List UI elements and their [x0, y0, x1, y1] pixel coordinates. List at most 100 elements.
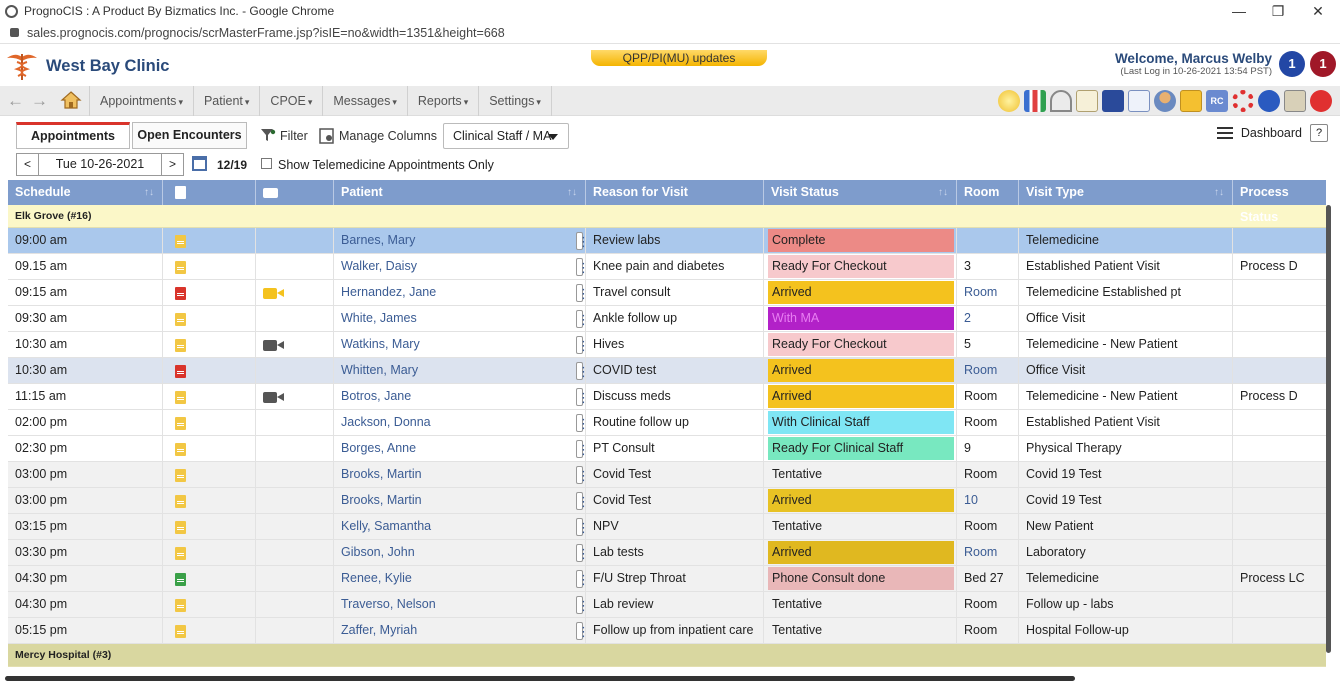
patient-cell[interactable]: Brooks, Martin: [334, 462, 586, 487]
visit-status-cell[interactable]: Arrived: [764, 384, 957, 409]
nav-cpoe[interactable]: CPOE: [260, 86, 324, 116]
visit-status-cell[interactable]: Arrived: [764, 540, 957, 565]
patient-name-link[interactable]: Traverso, Nelson: [341, 597, 436, 611]
dashboard-icon[interactable]: [1050, 90, 1072, 112]
video-cell[interactable]: [256, 410, 334, 435]
visit-status-cell[interactable]: Tentative: [764, 514, 957, 539]
manage-columns-button[interactable]: Manage Columns: [319, 128, 437, 144]
visit-status-cell[interactable]: Arrived: [764, 488, 957, 513]
table-row[interactable]: 10:30 am Whitten, Mary COVID testArrivedRo…: [8, 358, 1326, 384]
document-cell[interactable]: [163, 540, 256, 565]
patient-cell[interactable]: Kelly, Samantha: [334, 514, 586, 539]
table-row[interactable]: 04:30 pm Traverso, Nelson Lab reviewTentat…: [8, 592, 1326, 618]
nav-appointments[interactable]: Appointments: [89, 86, 194, 116]
document-cell[interactable]: [163, 462, 256, 487]
row-menu-icon[interactable]: [576, 515, 585, 539]
sort-icon[interactable]: ↑↓: [144, 180, 154, 205]
tab-open-encounters[interactable]: Open Encounters: [132, 122, 247, 149]
room-cell[interactable]: 10: [957, 488, 1019, 513]
col-process-status[interactable]: Process Status: [1233, 180, 1326, 224]
table-row[interactable]: 03:30 pm Gibson, John Lab testsArrivedRoom…: [8, 540, 1326, 566]
patient-name-link[interactable]: Jackson, Donna: [341, 415, 431, 429]
table-row[interactable]: 09:30 am White, James Ankle follow upWith …: [8, 306, 1326, 332]
row-menu-icon[interactable]: [576, 567, 585, 591]
row-menu-icon[interactable]: [576, 359, 585, 383]
patient-cell[interactable]: White, James: [334, 306, 586, 331]
room-cell[interactable]: Room: [957, 592, 1019, 617]
document-cell[interactable]: [163, 306, 256, 331]
chart-icon[interactable]: [1024, 90, 1046, 112]
table-row[interactable]: 02:30 pm Borges, Anne PT ConsultReady For …: [8, 436, 1326, 462]
notification-badge-red[interactable]: 1: [1310, 51, 1336, 77]
video-cell[interactable]: [256, 280, 334, 305]
document-cell[interactable]: [163, 488, 256, 513]
document-icon[interactable]: [175, 443, 186, 456]
qpp-updates-button[interactable]: QPP/PI(MU) updates: [591, 50, 767, 66]
row-menu-icon[interactable]: [576, 385, 585, 409]
table-row[interactable]: 11:15 am Botros, Jane Discuss medsArrivedR…: [8, 384, 1326, 410]
document-icon[interactable]: [175, 417, 186, 430]
patient-name-link[interactable]: Zaffer, Myriah: [341, 623, 417, 637]
visit-status-badge[interactable]: Arrived: [768, 489, 954, 512]
visit-status-cell[interactable]: Complete: [764, 228, 957, 253]
visit-status-cell[interactable]: With MA: [764, 306, 957, 331]
patient-cell[interactable]: Barnes, Mary: [334, 228, 586, 253]
patient-name-link[interactable]: Brooks, Martin: [341, 467, 422, 481]
new-icon[interactable]: [998, 90, 1020, 112]
room-cell[interactable]: Room: [957, 618, 1019, 643]
nav-messages[interactable]: Messages: [323, 86, 408, 116]
document-icon[interactable]: [175, 287, 186, 300]
nav-settings[interactable]: Settings: [479, 86, 552, 116]
video-cell[interactable]: [256, 540, 334, 565]
dashboard-button[interactable]: Dashboard ?: [1216, 124, 1328, 142]
patient-name-link[interactable]: Hernandez, Jane: [341, 285, 436, 299]
col-document[interactable]: [163, 180, 256, 205]
table-row[interactable]: 05:15 pm Zaffer, Myriah Follow up from inp…: [8, 618, 1326, 644]
help-ring-icon[interactable]: [1232, 90, 1254, 112]
video-cell[interactable]: [256, 488, 334, 513]
visit-status-cell[interactable]: Ready For Clinical Staff: [764, 436, 957, 461]
patient-cell[interactable]: Jackson, Donna: [334, 410, 586, 435]
document-icon[interactable]: [175, 339, 186, 352]
visit-status-cell[interactable]: Arrived: [764, 358, 957, 383]
video-cell[interactable]: [256, 306, 334, 331]
sort-icon[interactable]: ↑↓: [1214, 180, 1224, 205]
document-cell[interactable]: [163, 618, 256, 643]
room-cell[interactable]: Room: [957, 540, 1019, 565]
video-cell[interactable]: [256, 228, 334, 253]
patient-cell[interactable]: Brooks, Martin: [334, 488, 586, 513]
prev-day-button[interactable]: <: [17, 154, 39, 175]
visit-status-badge[interactable]: Arrived: [768, 359, 954, 382]
row-menu-icon[interactable]: [576, 437, 585, 461]
tab-appointments[interactable]: Appointments: [16, 122, 130, 149]
visit-status-badge[interactable]: Ready For Clinical Staff: [768, 437, 954, 460]
video-cell[interactable]: [256, 254, 334, 279]
room-cell[interactable]: 3: [957, 254, 1019, 279]
room-cell[interactable]: 2: [957, 306, 1019, 331]
note-icon[interactable]: [1076, 90, 1098, 112]
patient-cell[interactable]: Walker, Daisy: [334, 254, 586, 279]
visit-status-cell[interactable]: Arrived: [764, 280, 957, 305]
room-cell[interactable]: Room: [957, 410, 1019, 435]
document-icon[interactable]: [175, 313, 186, 326]
next-day-button[interactable]: >: [161, 154, 183, 175]
document-cell[interactable]: [163, 254, 256, 279]
patient-cell[interactable]: Hernandez, Jane: [334, 280, 586, 305]
video-cell[interactable]: [256, 618, 334, 643]
maximize-button[interactable]: ❐: [1258, 0, 1298, 22]
patient-name-link[interactable]: White, James: [341, 311, 417, 325]
document-icon[interactable]: [175, 261, 186, 274]
room-cell[interactable]: [957, 228, 1019, 253]
document-cell[interactable]: [163, 280, 256, 305]
patient-name-link[interactable]: Botros, Jane: [341, 389, 411, 403]
nav-reports[interactable]: Reports: [408, 86, 480, 116]
group-header-mercy-hospital[interactable]: Mercy Hospital (#3): [8, 644, 1326, 667]
patient-cell[interactable]: Botros, Jane: [334, 384, 586, 409]
visit-status-badge[interactable]: Arrived: [768, 281, 954, 304]
visit-status-badge[interactable]: Ready For Checkout: [768, 333, 954, 356]
sort-icon[interactable]: ↑↓: [567, 180, 577, 205]
visit-status-badge[interactable]: Arrived: [768, 541, 954, 564]
notification-badge-blue[interactable]: 1: [1279, 51, 1305, 77]
visit-status-cell[interactable]: Tentative: [764, 462, 957, 487]
visit-status-badge[interactable]: With MA: [768, 307, 954, 330]
